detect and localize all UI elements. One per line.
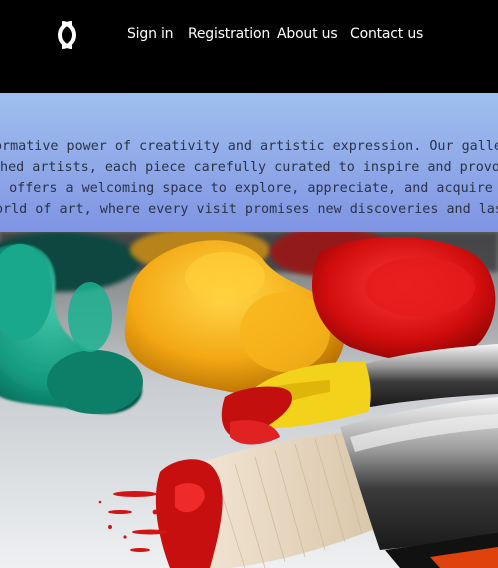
hero-image	[0, 232, 498, 568]
intro-text-line: ormative power of creativity and artisti…	[0, 139, 498, 154]
nav-registration-link[interactable]: Registration	[188, 24, 270, 44]
nav-about-us-link[interactable]: About us	[277, 24, 338, 44]
intro-banner: ormative power of creativity and artisti…	[0, 93, 498, 232]
intro-text-line: orld of art, where every visit promises …	[0, 202, 498, 217]
brand-logo-icon[interactable]	[46, 18, 88, 52]
intro-text-line: s offers a welcoming space to explore, a…	[0, 181, 493, 196]
paint-tubes-and-brushes-photo	[0, 232, 498, 568]
nav-contact-us-link[interactable]: Contact us	[350, 24, 423, 44]
double-c-logo-icon	[58, 21, 76, 49]
intro-text-line: shed artists, each piece carefully curat…	[0, 160, 498, 175]
top-navigation-bar: Sign in Registration About us Contact us	[0, 0, 498, 93]
nav-sign-in-link[interactable]: Sign in	[127, 24, 174, 44]
